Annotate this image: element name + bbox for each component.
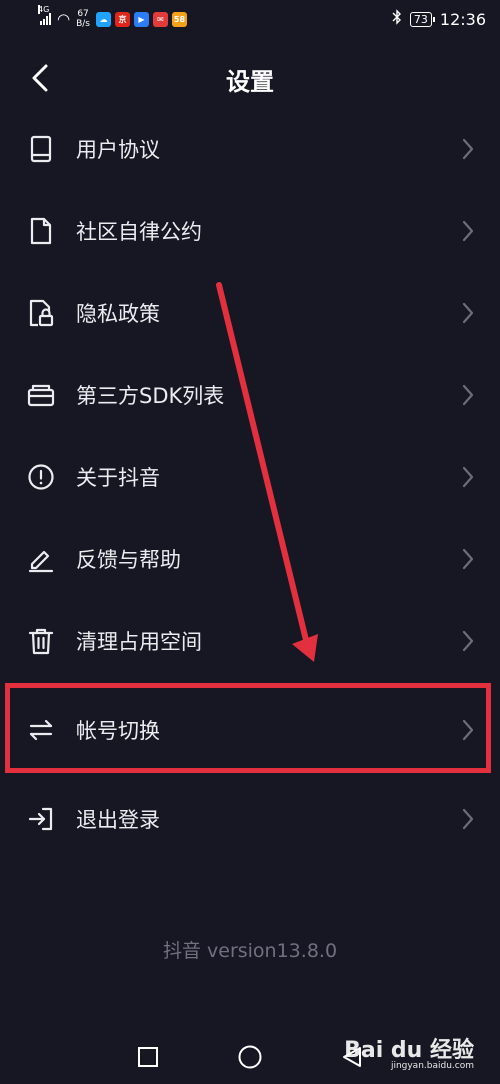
menu-item-label: 退出登录 <box>76 808 160 832</box>
swap-arrows-icon <box>26 715 56 745</box>
chevron-right-icon <box>462 630 474 656</box>
clock: 12:36 <box>439 9 486 29</box>
jd-app-icon: 京 <box>115 11 130 27</box>
version-label: 抖音 version13.8.0 <box>162 940 338 962</box>
menu-item-switch-account[interactable]: 帐号切换 <box>0 682 500 778</box>
menu-item-label: 隐私政策 <box>76 302 160 326</box>
menu-item-label: 社区自律公约 <box>76 220 202 244</box>
menu-item-clear-storage[interactable]: 清理占用空间 <box>0 600 500 682</box>
card-stack-icon <box>26 380 56 410</box>
nav-bar: 设置 <box>0 50 500 108</box>
document-icon <box>26 216 56 246</box>
signal-icon: 4G <box>38 5 51 25</box>
chevron-right-icon <box>462 808 474 834</box>
menu-item-about-douyin[interactable]: 关于抖音 <box>0 436 500 518</box>
video-app-icon: ▶ <box>134 11 149 27</box>
menu-item-user-agreement[interactable]: 用户协议 <box>0 108 500 190</box>
chevron-right-icon <box>462 548 474 574</box>
menu-item-privacy-policy[interactable]: 隐私政策 <box>0 272 500 354</box>
status-bar-right: 73 12:36 <box>392 9 486 29</box>
chevron-right-icon <box>462 138 474 164</box>
network-type: 4G <box>38 5 50 14</box>
pencil-icon <box>26 544 56 574</box>
bluetooth-icon <box>392 9 402 29</box>
settings-menu: 用户协议 社区自律公约 隐私政策 第三方SDK列表 关于抖音 反馈与帮助 清理占… <box>0 108 500 860</box>
menu-item-label: 帐号切换 <box>76 719 160 743</box>
chevron-right-icon <box>462 220 474 246</box>
wifi-icon: ◠ <box>57 10 71 28</box>
home-button[interactable] <box>236 1043 264 1071</box>
book-icon <box>26 134 56 164</box>
chevron-right-icon <box>462 384 474 410</box>
chevron-right-icon <box>462 302 474 328</box>
battery-indicator: 73 <box>409 11 435 27</box>
menu-item-logout[interactable]: 退出登录 <box>0 778 500 860</box>
page-title: 设置 <box>226 68 274 96</box>
menu-item-label: 清理占用空间 <box>76 630 202 654</box>
chevron-right-icon <box>462 719 474 745</box>
status-bar-left: 4G ◠ 67 B/s ☁ 京 ▶ ✉ 58 <box>38 5 187 29</box>
recents-button[interactable] <box>134 1043 162 1071</box>
menu-item-label: 第三方SDK列表 <box>76 384 225 408</box>
circle-icon <box>238 1045 262 1069</box>
info-circle-icon <box>26 462 56 492</box>
mail-app-icon: ✉ <box>153 11 168 27</box>
menu-item-label: 用户协议 <box>76 138 160 162</box>
logout-icon <box>26 804 56 834</box>
watermark-text: Bai du 经验 <box>344 1038 474 1063</box>
trash-icon <box>26 626 56 656</box>
menu-item-third-party-sdk-list[interactable]: 第三方SDK列表 <box>0 354 500 436</box>
status-bar: 4G ◠ 67 B/s ☁ 京 ▶ ✉ 58 73 12:36 <box>0 0 500 38</box>
menu-item-community-guidelines[interactable]: 社区自律公约 <box>0 190 500 272</box>
menu-item-feedback-help[interactable]: 反馈与帮助 <box>0 518 500 600</box>
menu-item-label: 反馈与帮助 <box>76 548 181 572</box>
square-icon <box>138 1047 158 1067</box>
lock-document-icon <box>26 298 56 328</box>
cloud-app-icon: ☁ <box>96 11 111 27</box>
chevron-right-icon <box>462 466 474 492</box>
menu-item-label: 关于抖音 <box>76 466 160 490</box>
notification-icons: ☁ 京 ▶ ✉ 58 <box>96 11 187 27</box>
baidu-jingyan-watermark: Bai du 经验 jingyan.baidu.com <box>344 1032 474 1071</box>
58-app-icon: 58 <box>172 11 187 27</box>
network-speed: 67 B/s <box>76 9 90 29</box>
